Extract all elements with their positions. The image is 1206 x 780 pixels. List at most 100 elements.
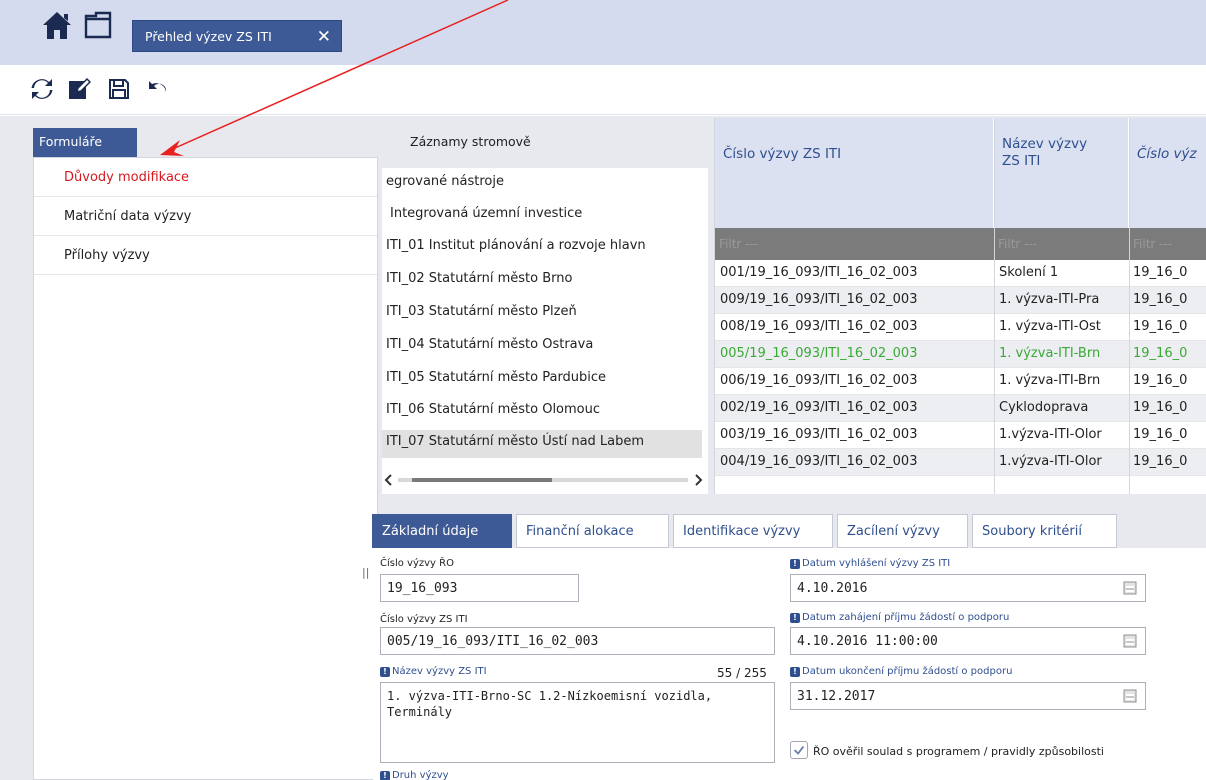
cell-nazev: 1. výzva-ITI-Brn — [999, 373, 1101, 388]
cell-cislo: 005/19_16_093/ITI_16_02_003 — [720, 346, 918, 361]
datum-ukonceni-field[interactable]: 31.12.2017 — [790, 682, 1146, 710]
tree-item[interactable]: egrované nástroje — [386, 174, 504, 189]
tree-item[interactable]: ITI_01 Institut plánování a rozvoje hlav… — [386, 238, 646, 253]
close-icon[interactable]: ✕ — [317, 27, 331, 47]
tab-formulare[interactable]: Formuláře — [33, 128, 137, 157]
required-icon: ! — [790, 613, 800, 623]
cell-nazev: 1.výzva-ITI-Olor — [999, 427, 1102, 442]
tree-horizontal-scrollbar[interactable] — [382, 472, 708, 488]
datum-vyhlaseni-field[interactable]: 4.10.2016 — [790, 574, 1146, 602]
tab-identifikace-vyzvy[interactable]: Identifikace výzvy — [673, 514, 833, 548]
cell-nazev: 1.výzva-ITI-Olor — [999, 454, 1102, 469]
tab-zacileni-vyzvy[interactable]: Zacílení výzvy — [837, 514, 968, 548]
cislo-zs-field[interactable]: 005/19_16_093/ITI_16_02_003 — [380, 627, 775, 655]
cell-cislo: 004/19_16_093/ITI_16_02_003 — [720, 454, 918, 469]
cell-cislo: 006/19_16_093/ITI_16_02_003 — [720, 373, 918, 388]
cell-nazev: 1. výzva-ITI-Ost — [999, 319, 1101, 334]
tab-zakladni-udaje[interactable]: Základní údaje — [372, 514, 512, 548]
calendar-icon[interactable] — [1123, 634, 1137, 648]
required-icon: ! — [380, 667, 390, 677]
tree-item[interactable]: ITI_03 Statutární město Plzeň — [386, 304, 577, 319]
cell-cislo: 009/19_16_093/ITI_16_02_003 — [720, 292, 918, 307]
filter-input-nazev[interactable]: Filtr --- — [998, 237, 1037, 251]
datum-vyhlaseni-value: 4.10.2016 — [797, 581, 868, 596]
label-datum-ukonceni: ! Datum ukončení příjmu žádostí o podporu — [790, 666, 1012, 677]
grid-header: Číslo výzvy ZS ITI Název výzvy ZS ITI Čí… — [715, 118, 1206, 228]
column-divider — [1129, 118, 1130, 494]
filter-input-ro[interactable]: Filtr --- — [1133, 237, 1172, 251]
calendar-icon[interactable] — [1123, 689, 1137, 703]
table-row[interactable]: 006/19_16_093/ITI_16_02_003 1. výzva-ITI… — [715, 368, 1206, 395]
datum-ukonceni-value: 31.12.2017 — [797, 689, 876, 704]
tree-item[interactable]: Integrovaná územní investice — [390, 206, 582, 221]
cell-ro: 19_16_0 — [1133, 346, 1188, 361]
cell-cislo: 001/19_16_093/ITI_16_02_003 — [720, 265, 918, 280]
panel-splitter[interactable]: || — [362, 566, 370, 579]
cell-ro: 19_16_0 — [1133, 454, 1188, 469]
cell-ro: 19_16_0 — [1133, 373, 1188, 388]
top-bar: Přehled výzev ZS ITI ✕ — [0, 0, 1206, 65]
grid-filter-row: Filtr --- Filtr --- Filtr --- — [715, 228, 1206, 260]
label-datum-vyhlaseni-text: Datum vyhlášení výzvy ZS ITI — [802, 558, 951, 569]
tree-item[interactable]: ITI_05 Statutární město Pardubice — [386, 370, 606, 385]
table-row-selected[interactable]: 005/19_16_093/ITI_16_02_003 1. výzva-ITI… — [715, 341, 1206, 368]
label-druh-vyzvy: ! Druh výzvy — [380, 770, 449, 780]
save-icon[interactable] — [107, 77, 131, 101]
tab-soubory-kriterii[interactable]: Soubory kritérií — [972, 514, 1117, 548]
column-divider — [994, 118, 995, 494]
column-header-nazev[interactable]: Název výzvy ZS ITI — [994, 118, 1129, 228]
table-row[interactable]: 003/19_16_093/ITI_16_02_003 1.výzva-ITI-… — [715, 422, 1206, 449]
undo-icon[interactable] — [146, 77, 170, 101]
table-row[interactable]: 008/19_16_093/ITI_16_02_003 1. výzva-ITI… — [715, 314, 1206, 341]
refresh-icon[interactable] — [30, 77, 54, 101]
nazev-textarea[interactable]: 1. výzva-ITI-Brno-SC 1.2-Nízkoemisní voz… — [380, 682, 775, 763]
cell-nazev: Školení 1 — [999, 265, 1059, 280]
calls-grid: Číslo výzvy ZS ITI Název výzvy ZS ITI Čí… — [714, 118, 1206, 494]
cislo-ro-field[interactable]: 19_16_093 — [380, 574, 579, 602]
tree-item[interactable]: ITI_06 Statutární město Olomouc — [386, 402, 600, 417]
table-row[interactable]: 002/19_16_093/ITI_16_02_003 Cyklodoprava… — [715, 395, 1206, 422]
cell-cislo: 008/19_16_093/ITI_16_02_003 — [720, 319, 918, 334]
cell-nazev: 1. výzva-ITI-Brn — [999, 346, 1101, 361]
datum-zahajeni-field[interactable]: 4.10.2016 11:00:00 — [790, 627, 1146, 655]
form-item-matricni-data[interactable]: Matriční data výzvy — [34, 197, 377, 236]
toolbar — [0, 65, 1206, 115]
label-datum-zahajeni: ! Datum zahájení příjmu žádostí o podporu — [790, 612, 1009, 623]
label-datum-ukonceni-text: Datum ukončení příjmu žádostí o podporu — [802, 666, 1013, 677]
cell-ro: 19_16_0 — [1133, 265, 1188, 280]
label-druh-vyzvy-text: Druh výzvy — [392, 770, 449, 780]
cell-cislo: 003/19_16_093/ITI_16_02_003 — [720, 427, 918, 442]
cell-ro: 19_16_0 — [1133, 292, 1188, 307]
tree-view: egrované nástroje Integrovaná územní inv… — [382, 168, 708, 494]
table-row[interactable]: 001/19_16_093/ITI_16_02_003 Školení 1 19… — [715, 260, 1206, 287]
cell-cislo: 002/19_16_093/ITI_16_02_003 — [720, 400, 918, 415]
filter-input-cislo[interactable]: Filtr --- — [719, 237, 758, 251]
column-header-cislo-ro[interactable]: Číslo výz — [1129, 118, 1206, 228]
cell-ro: 19_16_0 — [1133, 400, 1188, 415]
tree-item-selected[interactable]: ITI_07 Statutární město Ústí nad Labem — [382, 430, 702, 458]
form-item-duvody-modifikace[interactable]: Důvody modifikace — [34, 158, 377, 197]
label-cislo-ro: Číslo výzvy ŘO — [380, 558, 454, 569]
tree-title: Záznamy stromově — [410, 134, 531, 149]
window-icon[interactable] — [83, 10, 113, 40]
label-nazev: ! Název výzvy ZS ITI — [380, 666, 487, 677]
tab-financni-alokace[interactable]: Finanční alokace — [516, 514, 669, 548]
edit-icon[interactable] — [67, 77, 91, 101]
cell-nazev: 1. výzva-ITI-Pra — [999, 292, 1100, 307]
tree-item[interactable]: ITI_04 Statutární město Ostrava — [386, 337, 593, 352]
calendar-icon[interactable] — [1123, 581, 1137, 595]
table-row[interactable]: 004/19_16_093/ITI_16_02_003 1.výzva-ITI-… — [715, 449, 1206, 476]
cell-nazev: Cyklodoprava — [999, 400, 1089, 415]
datum-zahajeni-value: 4.10.2016 11:00:00 — [797, 634, 938, 649]
cell-ro: 19_16_0 — [1133, 427, 1188, 442]
label-nazev-text: Název výzvy ZS ITI — [392, 666, 487, 677]
table-row[interactable]: 009/19_16_093/ITI_16_02_003 1. výzva-ITI… — [715, 287, 1206, 314]
tree-item[interactable]: ITI_02 Statutární město Brno — [386, 271, 572, 286]
form-item-prilohy[interactable]: Přílohy výzvy — [34, 236, 377, 275]
required-icon: ! — [380, 771, 390, 780]
tab-prehled-vyzev[interactable]: Přehled výzev ZS ITI ✕ — [132, 20, 342, 52]
label-datum-zahajeni-text: Datum zahájení příjmu žádostí o podporu — [802, 612, 1010, 623]
home-icon[interactable] — [42, 10, 72, 40]
soulad-checkbox[interactable] — [790, 741, 808, 759]
column-header-cislo[interactable]: Číslo výzvy ZS ITI — [715, 118, 994, 228]
